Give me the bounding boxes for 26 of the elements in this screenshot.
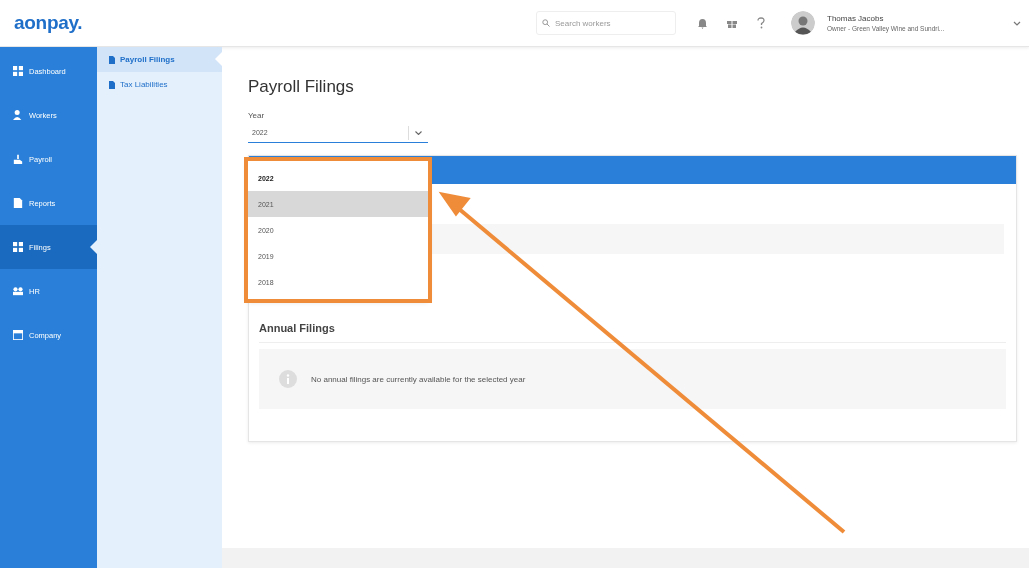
search-field[interactable]: Search workers [536, 11, 676, 35]
avatar-icon[interactable] [791, 11, 815, 35]
empty-message: No annual filings are currently available for the selected year [311, 374, 526, 384]
nav-icon [13, 154, 23, 164]
nav-icon [13, 66, 23, 76]
document-icon [109, 55, 115, 64]
info-icon [279, 370, 297, 388]
nav-icon [13, 110, 23, 120]
section-title: Annual Filings [259, 322, 1006, 343]
caret-icon [415, 130, 422, 135]
field-label: Year [248, 111, 266, 120]
help-icon[interactable] [757, 17, 765, 29]
nav-icon [13, 330, 23, 340]
nav-icon [13, 286, 23, 296]
search-icon [542, 19, 550, 27]
document-icon [109, 80, 115, 89]
nav-icon [13, 242, 23, 252]
user-name: Thomas Jacobs [827, 14, 885, 23]
subnav-item[interactable]: Payroll Filings [97, 47, 222, 72]
page-title: Payroll Filings [248, 77, 355, 97]
nav-icon [13, 198, 23, 208]
gift-icon[interactable] [727, 18, 737, 28]
caret-icon[interactable] [1013, 20, 1021, 26]
bell-icon[interactable] [698, 17, 707, 29]
subnav-item[interactable]: Tax Liabilities [97, 72, 222, 97]
logo[interactable]: aonpay. [14, 12, 83, 34]
